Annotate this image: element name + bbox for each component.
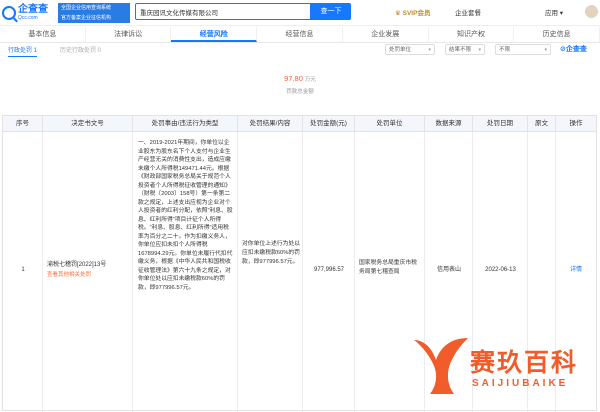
chevron-down-icon: ▾	[478, 47, 481, 53]
whale-tail-logo-icon	[414, 338, 468, 394]
sub-tabs: 行政处罚 1 历史行政处罚 0 处罚单位 ▾ 结果不限 ▾ 不限 ▾ ⊘企查查	[0, 44, 600, 58]
tab-development[interactable]: 企业发展	[343, 27, 429, 42]
col-header-unit: 处罚单位	[355, 116, 425, 132]
col-header-date: 处罚日期	[473, 116, 528, 132]
chevron-down-icon: ▾	[428, 47, 431, 53]
total-fine-amount: 97.80 万元	[284, 74, 316, 83]
crown-icon: ♛	[395, 10, 401, 17]
total-fine-label: 罚款总金额	[286, 89, 314, 95]
qcc-watermark-logo: ⊘企查查	[560, 46, 587, 53]
col-header-original: 原文	[528, 116, 556, 132]
related-penalty-tag[interactable]: 查看其他相关处罚	[47, 270, 91, 280]
search-box[interactable]	[135, 3, 311, 20]
detail-link[interactable]: 详情	[556, 265, 596, 275]
site-watermark: 赛玖百科 SAIJIUBAIKE	[410, 330, 600, 412]
col-header-doc-no: 决定书文号	[43, 116, 133, 132]
slogan-badge: 全国企业信用查询系统 官方备案企业征信机构	[58, 3, 130, 23]
col-header-amount: 处罚金额(元)	[303, 116, 355, 132]
magnifier-logo-icon	[2, 6, 16, 20]
top-header: 企查查 Qcc.com 全国企业信用查询系统 官方备案企业征信机构 查一下 ♛ …	[0, 0, 600, 26]
search-button[interactable]: 查一下	[311, 3, 351, 20]
tab-legal[interactable]: 法律诉讼	[86, 27, 172, 42]
logo-text-en: Qcc.com	[18, 15, 38, 21]
qcc-logo[interactable]: 企查查 Qcc.com	[2, 2, 56, 24]
filter-result-select[interactable]: 结果不限 ▾	[445, 44, 485, 55]
user-avatar[interactable]	[585, 5, 598, 18]
watermark-text-en: SAIJIUBAIKE	[472, 378, 569, 389]
svip-link[interactable]: ♛ SVIP会员	[395, 7, 430, 17]
decision-doc-number[interactable]: 渝税七稽罚[2022]13号	[47, 260, 131, 270]
chevron-down-icon: ▾	[544, 47, 547, 53]
slogan-line-2: 官方备案企业征信机构	[61, 15, 112, 21]
logo-text-cn: 企查查	[18, 4, 48, 15]
search-input[interactable]	[136, 4, 310, 19]
filter-unit-select[interactable]: 处罚单位 ▾	[385, 44, 435, 55]
penalty-unit: 国家税务总局重庆市税务局第七稽查局	[359, 260, 417, 275]
row-index: 1	[21, 267, 25, 273]
penalty-result: 对你单位上述行为处以应扣未缴税款60%的罚款，即977996.57元。	[242, 241, 300, 265]
penalty-date: 2022-06-13	[485, 267, 516, 273]
enterprise-plan-link[interactable]: 企业套餐	[455, 7, 481, 17]
filter-date-select[interactable]: 不限 ▾	[495, 44, 551, 55]
tab-business-info[interactable]: 经营信息	[257, 27, 343, 42]
tab-basic-info[interactable]: 基本信息	[0, 27, 86, 42]
data-source: 信用表山	[436, 267, 461, 273]
col-header-source: 数据来源	[425, 116, 473, 132]
watermark-text-cn: 赛玖百科	[470, 349, 579, 377]
col-header-reason: 处罚事由/违法行为类型	[133, 116, 238, 132]
penalty-amount: 977,996.57	[313, 267, 345, 273]
tab-ip[interactable]: 知识产权	[429, 27, 515, 42]
tab-business-risk[interactable]: 经营风险	[171, 27, 258, 42]
penalty-reason: 一、2019-2021年期间，你单位以企业股东为股东名下个人支付与企业生产经营无…	[138, 140, 233, 291]
col-header-result: 处罚结果/内容	[238, 116, 303, 132]
apps-menu[interactable]: 应用 ▾	[545, 7, 563, 17]
col-header-index: 序号	[3, 116, 43, 132]
main-tabs: 基本信息 法律诉讼 经营风险 经营信息 企业发展 知识产权 历史信息	[0, 27, 600, 43]
col-header-action: 操作	[556, 116, 596, 132]
tab-history[interactable]: 历史信息	[514, 27, 600, 42]
subtab-history-penalty[interactable]: 历史行政处罚 0	[60, 46, 101, 56]
subtab-penalty[interactable]: 行政处罚 1	[8, 46, 38, 57]
slogan-line-1: 全国企业信用查询系统	[61, 5, 112, 11]
